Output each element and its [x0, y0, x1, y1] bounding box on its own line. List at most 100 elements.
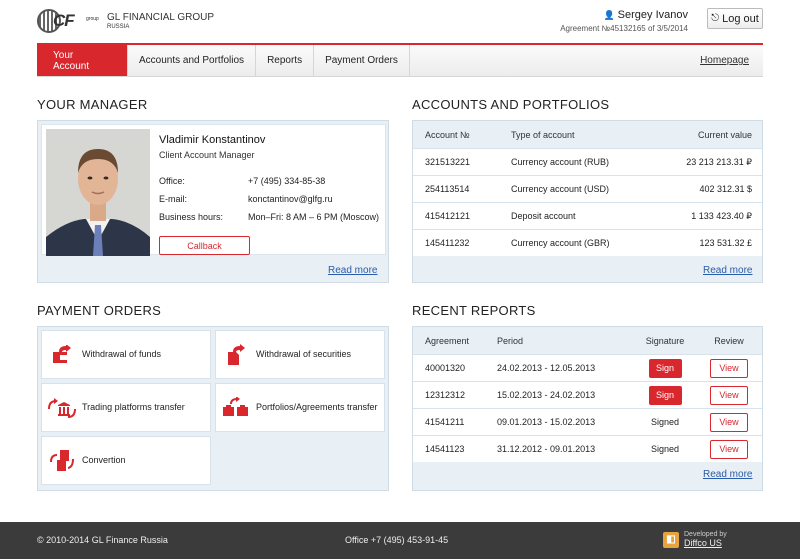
manager-email-row: E-mail: konctantinov@glfg.ru [159, 194, 389, 204]
account-row[interactable]: 254113514 Currency account (USD) 402 312… [413, 175, 762, 202]
accounts-panel: Account № Type of account Current value … [412, 120, 763, 283]
report-period: 24.02.2013 - 12.05.2013 [497, 363, 596, 373]
company-name: GL FINANCIAL GROUP [107, 11, 215, 23]
developer-credit[interactable]: ◧ Developed by Diffco US [663, 531, 727, 548]
office-value: +7 (495) 334-85-38 [248, 176, 326, 186]
col-review: Review [714, 335, 744, 346]
account-number: 321513221 [425, 157, 471, 167]
report-agreement: 41541211 [425, 417, 465, 427]
accounts-table-header: Account № Type of account Current value [413, 121, 762, 148]
logo-letters: CF [53, 11, 75, 30]
payment-order-conversion[interactable]: Convertion [41, 436, 211, 485]
hours-key: Business hours: [159, 212, 224, 222]
developer-logo-icon: ◧ [663, 531, 679, 548]
withdraw-funds-icon [42, 344, 82, 365]
logout-icon: ⎋ [711, 13, 720, 24]
accounts-read-more-link[interactable]: Read more [703, 265, 752, 276]
developer-name: Diffco US [684, 538, 722, 548]
col-account-type: Type of account [511, 129, 575, 140]
account-type: Currency account (USD) [511, 184, 610, 194]
reports-table: Agreement Period Signature Review 400013… [413, 327, 762, 462]
payment-order-portfolio-transfer[interactable]: Portfolios/Agreements transfer [215, 383, 385, 432]
payment-order-platform-transfer[interactable]: Trading platforms transfer [41, 383, 211, 432]
sign-button[interactable]: Sign [648, 358, 682, 378]
signed-status: Signed [650, 417, 680, 427]
portfolio-transfer-icon [216, 396, 256, 419]
payment-order-label: Withdrawal of funds [82, 349, 162, 360]
payment-order-label: Portfolios/Agreements transfer [256, 402, 378, 413]
reports-table-header: Agreement Period Signature Review [413, 327, 762, 354]
signed-status: Signed [650, 444, 680, 454]
account-row[interactable]: 145411232 Currency account (GBR) 123 531… [413, 229, 762, 256]
user-info: 👤 Sergey Ivanov Agreement №45132165 of 3/… [560, 9, 688, 33]
platform-transfer-icon [42, 397, 82, 419]
account-number: 415412121 [425, 211, 471, 221]
manager-section-title: YOUR MANAGER [37, 97, 148, 112]
user-name: Sergey Ivanov [617, 9, 688, 21]
homepage-link[interactable]: Homepage [700, 45, 763, 76]
manager-card: Vladimir Konstantinov Client Account Man… [41, 124, 389, 256]
payment-orders-section-title: PAYMENT ORDERS [37, 303, 162, 318]
manager-read-more-link[interactable]: Read more [328, 265, 377, 276]
account-row[interactable]: 415412121 Deposit account 1 133 423.40 ₽ [413, 202, 762, 229]
account-type: Currency account (RUB) [511, 157, 610, 167]
company-logo[interactable]: CF group GL FINANCIAL GROUP RUSSIA [37, 8, 214, 34]
company-region: RUSSIA [107, 23, 130, 30]
agreement-text: Agreement №45132165 of 3/5/2014 [560, 24, 688, 33]
manager-office-row: Office: +7 (495) 334-85-38 [159, 176, 389, 186]
view-button[interactable]: View [710, 412, 748, 432]
logo-mark: CF group [37, 8, 105, 34]
user-icon: 👤 [603, 10, 615, 20]
manager-photo [46, 129, 150, 256]
logout-button[interactable]: ⎋ Log out [707, 8, 763, 29]
callback-button[interactable]: Callback [159, 236, 250, 255]
report-row: 14541123 31.12.2012 - 09.01.2013 Signed … [413, 435, 762, 462]
reports-panel: Agreement Period Signature Review 400013… [412, 326, 763, 491]
tab-reports[interactable]: Reports [256, 45, 315, 76]
top-header: CF group GL FINANCIAL GROUP RUSSIA 👤 Serg… [0, 0, 800, 44]
logout-label: Log out [722, 12, 759, 25]
tab-payment-orders[interactable]: Payment Orders [314, 45, 410, 76]
report-row: 12312312 15.02.2013 - 24.02.2013 Sign Vi… [413, 381, 762, 408]
manager-name: Vladimir Konstantinov [159, 134, 266, 146]
conversion-icon [42, 449, 82, 473]
reports-section-title: RECENT REPORTS [412, 303, 536, 318]
email-link[interactable]: konctantinov@glfg.ru [248, 194, 333, 204]
view-button[interactable]: View [710, 358, 748, 378]
account-value: 402 312.31 $ [699, 184, 752, 194]
company-link[interactable]: GL Finance Russia [92, 535, 168, 545]
report-period: 31.12.2012 - 09.01.2013 [497, 444, 596, 454]
payment-order-withdraw-securities[interactable]: Withdrawal of securities [215, 330, 385, 379]
payment-order-withdraw-funds[interactable]: Withdrawal of funds [41, 330, 211, 379]
report-row: 40001320 24.02.2013 - 12.05.2013 Sign Vi… [413, 354, 762, 381]
sign-button[interactable]: Sign [648, 385, 682, 405]
reports-read-more-link[interactable]: Read more [703, 469, 752, 480]
office-key: Office: [159, 176, 185, 186]
col-period: Period [497, 335, 524, 346]
copyright-prefix: © 2010-2014 [37, 535, 90, 545]
hours-value: Mon–Fri: 8 AM – 6 PM (Moscow) [248, 212, 380, 222]
tab-your-account[interactable]: Your Account [37, 45, 128, 76]
footer-office-phone: Office +7 (495) 453-91-45 [345, 535, 449, 545]
payment-order-label: Trading platforms transfer [82, 402, 185, 413]
logo-group-text: group [86, 16, 99, 22]
manager-panel: Vladimir Konstantinov Client Account Man… [37, 120, 389, 283]
manager-role: Client Account Manager [159, 150, 255, 160]
account-type: Currency account (GBR) [511, 238, 610, 248]
report-period: 15.02.2013 - 24.02.2013 [497, 390, 596, 400]
payment-orders-panel: Withdrawal of funds Withdrawal of securi… [37, 326, 389, 491]
accounts-section-title: ACCOUNTS AND PORTFOLIOS [412, 97, 610, 112]
accounts-table: Account № Type of account Current value … [413, 121, 762, 256]
view-button[interactable]: View [710, 439, 748, 459]
account-value: 1 133 423.40 ₽ [691, 210, 752, 221]
account-row[interactable]: 321513221 Currency account (RUB) 23 213 … [413, 148, 762, 175]
email-key: E-mail: [159, 194, 188, 204]
payment-order-label: Convertion [82, 455, 126, 466]
account-number: 254113514 [425, 184, 470, 194]
main-nav: Your Account Accounts and Portfolios Rep… [37, 43, 763, 77]
view-button[interactable]: View [710, 385, 748, 405]
col-current-value: Current value [697, 129, 752, 140]
report-agreement: 40001320 [425, 363, 466, 373]
col-signature: Signature [645, 335, 685, 346]
tab-accounts-portfolios[interactable]: Accounts and Portfolios [128, 45, 257, 76]
